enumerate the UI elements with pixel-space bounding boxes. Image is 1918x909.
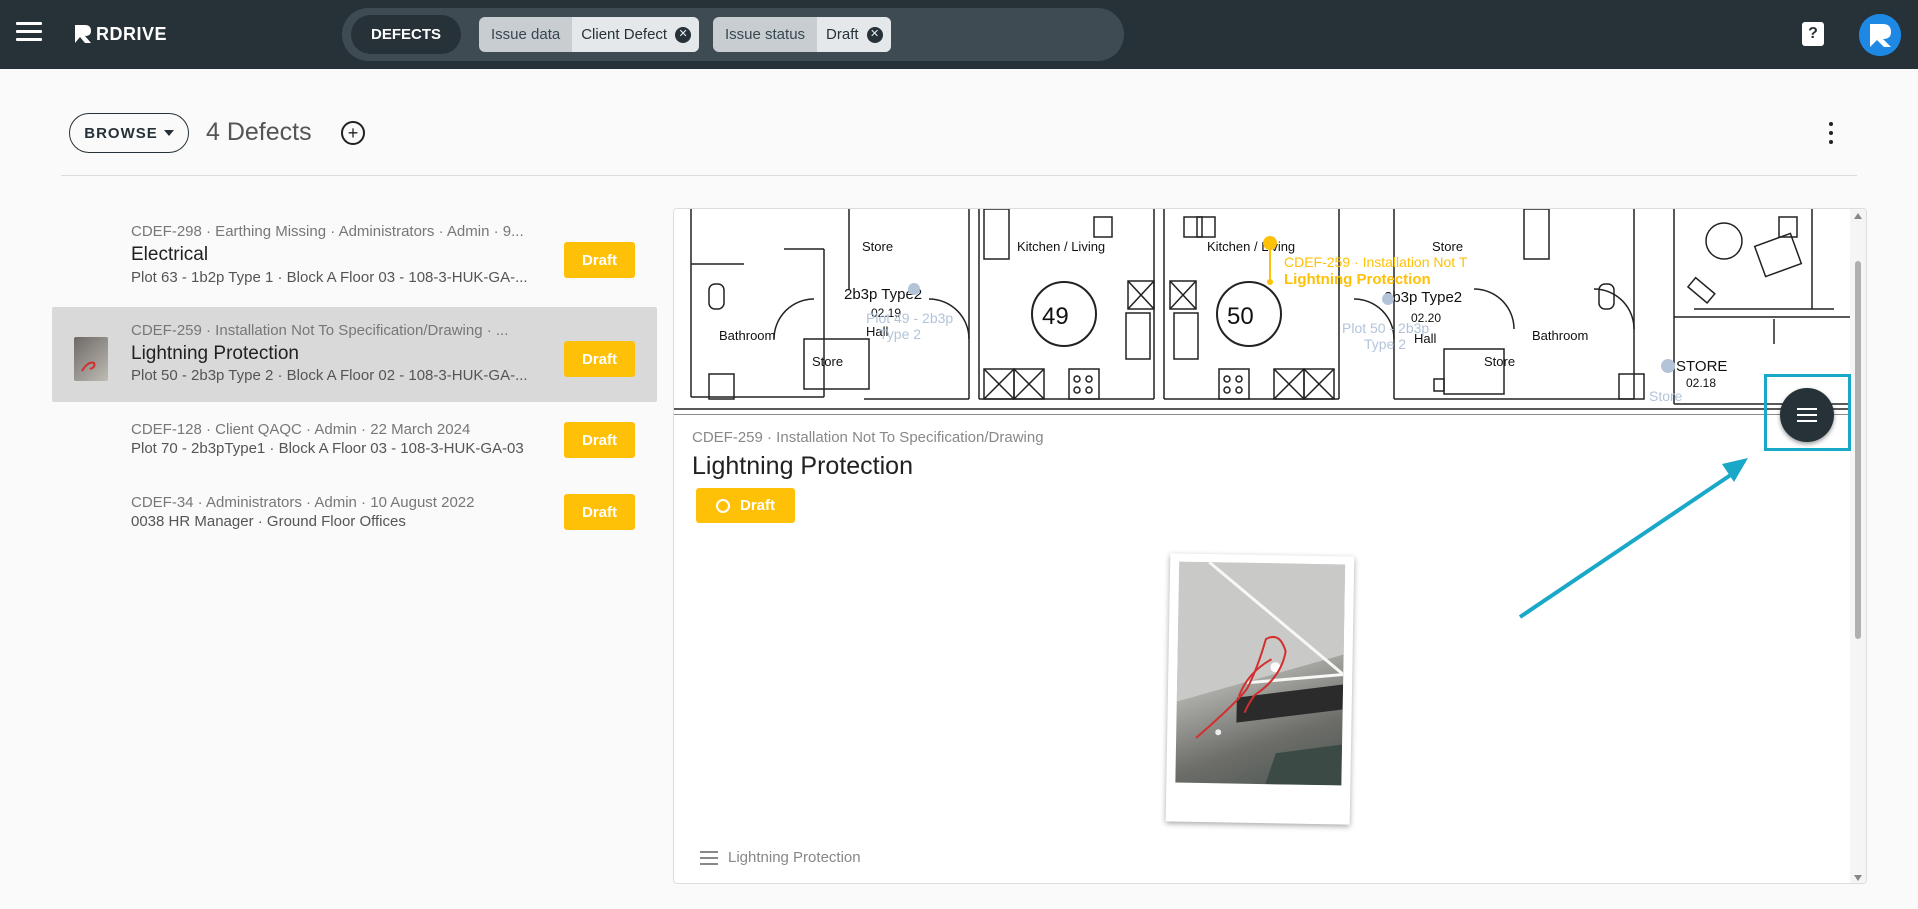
pin-label-code: CDEF-259 · Installation Not T xyxy=(1284,254,1468,270)
defect-location: Plot 50 - 2b3p Type 2 · Block A Floor 02… xyxy=(131,367,528,384)
filter-chip-issue-data[interactable]: Issue data Client Defect ✕ xyxy=(479,17,700,52)
defect-list-item-selected[interactable]: CDEF-259 · Installation Not To Specifica… xyxy=(52,307,657,402)
detail-footer-label: Lightning Protection xyxy=(728,849,861,866)
defect-list-item[interactable]: CDEF-298 · Earthing Missing · Administra… xyxy=(52,212,657,307)
plan-label-store-big: STORE xyxy=(1676,358,1727,375)
filter-value: Draft ✕ xyxy=(817,17,891,52)
logo-mark-icon xyxy=(75,25,91,43)
floor-plan-drawing: Store Kitchen / Living Kitchen / Living … xyxy=(674,209,1852,410)
filter-value: Client Defect ✕ xyxy=(572,17,700,52)
remove-filter-icon[interactable]: ✕ xyxy=(866,26,883,43)
module-chip-defects[interactable]: DEFECTS xyxy=(351,15,461,54)
defect-list-item[interactable]: CDEF-34 · Administrators · Admin · 10 Au… xyxy=(52,487,657,549)
photo-drawing xyxy=(1176,561,1346,786)
detail-status-label: Draft xyxy=(739,497,775,514)
detail-meta: CDEF-259 · Installation Not To Specifica… xyxy=(692,429,1044,446)
plan-label-store-big-num: 02.18 xyxy=(1686,376,1716,390)
scroll-down-icon[interactable] xyxy=(1854,875,1862,881)
floor-plan-view[interactable]: Store Kitchen / Living Kitchen / Living … xyxy=(674,209,1852,415)
plan-label-store-right: Store xyxy=(1432,239,1463,254)
plan-label-kitchen-left: Kitchen / Living xyxy=(1017,239,1105,254)
detail-status-badge[interactable]: Draft xyxy=(696,488,795,523)
defect-meta: CDEF-298 · Earthing Missing · Administra… xyxy=(131,223,524,240)
more-options-icon[interactable] xyxy=(1827,122,1835,144)
plan-ghost-plot-left: Plot 49 - 2b3p xyxy=(866,310,953,326)
plan-ghost-plot-left-2: Type 2 xyxy=(879,326,921,342)
defect-location: 0038 HR Manager · Ground Floor Offices xyxy=(131,513,406,530)
plan-label-bathroom-left: Bathroom xyxy=(719,328,775,343)
app-logo[interactable]: RDRIVE xyxy=(72,18,167,50)
plan-label-kitchen-right: Kitchen / Living xyxy=(1207,239,1295,254)
plan-label-bathroom-right: Bathroom xyxy=(1532,328,1588,343)
defect-meta: CDEF-259 · Installation Not To Specifica… xyxy=(131,322,509,339)
browse-label: BROWSE xyxy=(84,124,158,142)
status-badge: Draft xyxy=(564,242,635,278)
defect-list-item[interactable]: CDEF-128 · Client QAQC · Admin · 22 Marc… xyxy=(52,414,657,476)
defect-photo[interactable] xyxy=(1165,553,1355,825)
filter-chip-issue-status[interactable]: Issue status Draft ✕ xyxy=(713,17,891,52)
ghost-pin-icon[interactable] xyxy=(908,283,920,295)
scroll-up-icon[interactable] xyxy=(1854,213,1862,219)
status-badge: Draft xyxy=(564,341,635,377)
filter-value-text: Client Defect xyxy=(581,26,668,43)
status-badge: Draft xyxy=(564,422,635,458)
defect-location: Plot 63 - 1b2p Type 1 · Block A Floor 03… xyxy=(131,269,528,286)
avatar-logo-icon xyxy=(1859,14,1901,56)
user-avatar[interactable] xyxy=(1859,14,1901,56)
defect-location: Plot 70 - 2b3pType1 · Block A Floor 03 -… xyxy=(131,440,524,457)
plan-unit-49: 49 xyxy=(1042,303,1069,330)
filter-key: Issue status xyxy=(725,26,806,43)
help-icon[interactable]: ? xyxy=(1802,22,1824,46)
caret-down-icon xyxy=(163,130,174,136)
ghost-pin-icon[interactable] xyxy=(1382,293,1394,305)
pin-label-title: Lightning Protection xyxy=(1284,271,1431,288)
thumbnail-markup-icon xyxy=(81,361,96,372)
status-spiral-icon xyxy=(715,498,730,513)
filter-key: Issue data xyxy=(491,26,561,43)
defect-meta: CDEF-34 · Administrators · Admin · 10 Au… xyxy=(131,494,475,511)
ghost-pin-icon[interactable] xyxy=(1661,359,1675,373)
defect-title: Electrical xyxy=(131,244,209,265)
scrollbar-thumb[interactable] xyxy=(1855,261,1861,639)
add-defect-button[interactable]: + xyxy=(341,121,365,145)
filter-bar: DEFECTS Issue data Client Defect ✕ Issue … xyxy=(342,8,1124,61)
plan-label-type-right: 2b3p Type2 xyxy=(1384,289,1462,306)
browse-button[interactable]: BROWSE xyxy=(69,113,189,153)
defects-count-title: 4 Defects xyxy=(206,118,312,146)
plan-ghost-plot-right: Plot 50 - 2b3p xyxy=(1342,320,1429,336)
remove-filter-icon[interactable]: ✕ xyxy=(675,26,692,43)
plan-label-store-lower-right: Store xyxy=(1484,354,1515,369)
defect-photo-image xyxy=(1175,561,1346,786)
plan-ghost-store: Store xyxy=(1649,388,1683,404)
header-divider xyxy=(61,175,1857,176)
detail-title: Lightning Protection xyxy=(692,452,913,480)
list-icon xyxy=(700,850,718,865)
detail-footer[interactable]: Lightning Protection xyxy=(700,849,861,866)
plan-label-store: Store xyxy=(862,239,893,254)
defect-thumbnail xyxy=(74,337,108,381)
brand-name: RDRIVE xyxy=(96,23,168,44)
panel-scrollbar[interactable] xyxy=(1850,209,1866,883)
filter-value-text: Draft xyxy=(826,26,859,43)
plan-unit-50: 50 xyxy=(1227,303,1254,330)
top-app-bar: RDRIVE DEFECTS Issue data Client Defect ✕… xyxy=(0,0,1918,69)
plan-label-store-lower: Store xyxy=(812,354,843,369)
plan-ghost-plot-right-2: Type 2 xyxy=(1364,336,1406,352)
defect-meta: CDEF-128 · Client QAQC · Admin · 22 Marc… xyxy=(131,421,471,438)
menu-fab-button[interactable] xyxy=(1780,388,1834,442)
defect-title: Lightning Protection xyxy=(131,343,299,364)
status-badge: Draft xyxy=(564,494,635,530)
hamburger-menu-icon[interactable] xyxy=(16,22,42,44)
